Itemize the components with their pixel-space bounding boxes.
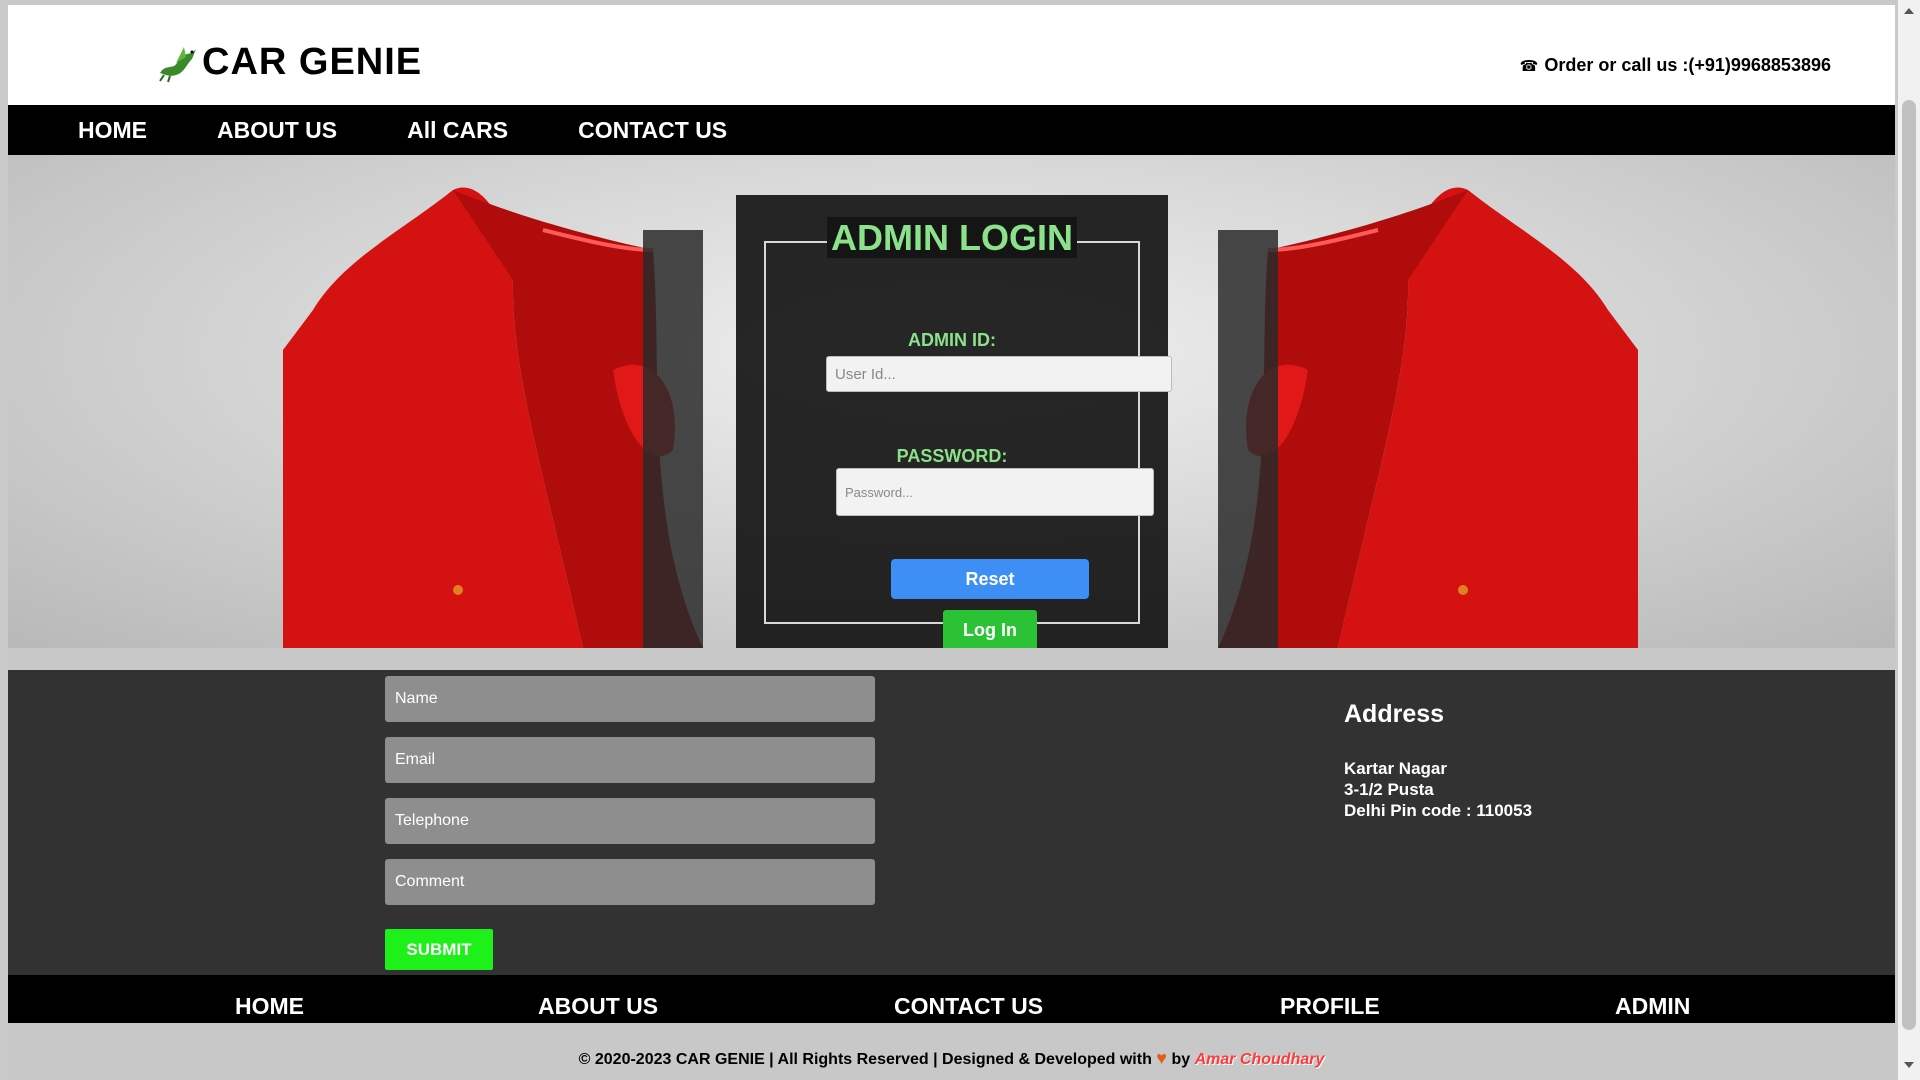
password-label: PASSWORD: bbox=[896, 446, 1008, 466]
hero-banner: ADMIN ID: User Id... PASSWORD: Password.… bbox=[8, 155, 1895, 648]
submit-button[interactable]: SUBMIT bbox=[385, 929, 493, 970]
phone-icon: ☎ bbox=[1519, 57, 1539, 75]
call-us-info: ☎ Order or call us :(+91)9968853896 bbox=[1520, 55, 1831, 76]
comment-input[interactable]: Comment bbox=[385, 859, 875, 905]
footer-nav-admin[interactable]: ADMIN bbox=[1615, 993, 1690, 1020]
footer-nav-contact-us[interactable]: CONTACT US bbox=[894, 993, 1043, 1020]
call-us-text: Order or call us :(+91)9968853896 bbox=[1544, 55, 1831, 75]
nav-all-cars[interactable]: All CARS bbox=[407, 117, 508, 144]
address-block: Kartar Nagar 3-1/2 Pusta Delhi Pin code … bbox=[1344, 758, 1532, 821]
copyright-text: © 2020-2023 CAR GENIE | All Rights Reser… bbox=[578, 1051, 1152, 1068]
address-line: Delhi Pin code : 110053 bbox=[1344, 801, 1533, 820]
reset-button[interactable]: Reset bbox=[891, 559, 1089, 599]
login-button[interactable]: Log In bbox=[943, 610, 1037, 648]
footer-nav-home[interactable]: HOME bbox=[235, 993, 304, 1020]
login-title: ADMIN LOGIN bbox=[827, 217, 1077, 258]
address-line: 3-1/2 Pusta bbox=[1344, 780, 1434, 799]
page: CAR GENIE ☎ Order or call us :(+91)99688… bbox=[8, 5, 1895, 1080]
admin-id-input[interactable]: User Id... bbox=[826, 356, 1172, 392]
login-title-wrap: ADMIN LOGIN bbox=[736, 217, 1168, 259]
footer-nav-about-us[interactable]: ABOUT US bbox=[538, 993, 658, 1020]
contact-section: Name Email Telephone Comment SUBMIT Addr… bbox=[8, 670, 1895, 975]
nav-contact-us[interactable]: CONTACT US bbox=[578, 117, 727, 144]
address-title: Address bbox=[1344, 700, 1445, 728]
vertical-scrollbar[interactable] bbox=[1898, 0, 1920, 1080]
address-line: Kartar Nagar bbox=[1344, 759, 1447, 778]
main-nav: HOME ABOUT US All CARS CONTACT US bbox=[8, 105, 1895, 155]
copyright-line: © 2020-2023 CAR GENIE | All Rights Reser… bbox=[8, 1048, 1895, 1069]
name-input[interactable]: Name bbox=[385, 676, 875, 722]
dragon-icon bbox=[159, 46, 196, 82]
admin-id-label: ADMIN ID: bbox=[908, 330, 996, 350]
browser-viewport: CAR GENIE ☎ Order or call us :(+91)99688… bbox=[0, 0, 1920, 1080]
logo[interactable]: CAR GENIE bbox=[156, 41, 422, 84]
site-header: CAR GENIE ☎ Order or call us :(+91)99688… bbox=[8, 5, 1895, 105]
footer-nav: HOME ABOUT US CONTACT US PROFILE ADMIN bbox=[8, 975, 1895, 1023]
footer-nav-profile[interactable]: PROFILE bbox=[1280, 993, 1380, 1020]
nav-home[interactable]: HOME bbox=[78, 117, 147, 144]
email-input[interactable]: Email bbox=[385, 737, 875, 783]
by-text: by bbox=[1171, 1051, 1191, 1068]
author-link[interactable]: Amar Choudhary bbox=[1195, 1051, 1325, 1068]
car-door-image bbox=[283, 187, 703, 648]
scroll-up-icon[interactable] bbox=[1904, 8, 1914, 14]
nav-about-us[interactable]: ABOUT US bbox=[217, 117, 337, 144]
site-title: CAR GENIE bbox=[202, 41, 423, 83]
login-fieldset: ADMIN ID: User Id... PASSWORD: Password.… bbox=[764, 241, 1172, 648]
scroll-thumb[interactable] bbox=[1902, 100, 1916, 1030]
heart-icon: ♥ bbox=[1156, 1048, 1167, 1068]
telephone-input[interactable]: Telephone bbox=[385, 798, 875, 844]
admin-login-panel: ADMIN ID: User Id... PASSWORD: Password.… bbox=[736, 195, 1172, 648]
scroll-down-icon[interactable] bbox=[1904, 1062, 1914, 1068]
car-door-image bbox=[1218, 187, 1638, 648]
password-input[interactable]: Password... bbox=[836, 468, 1154, 516]
